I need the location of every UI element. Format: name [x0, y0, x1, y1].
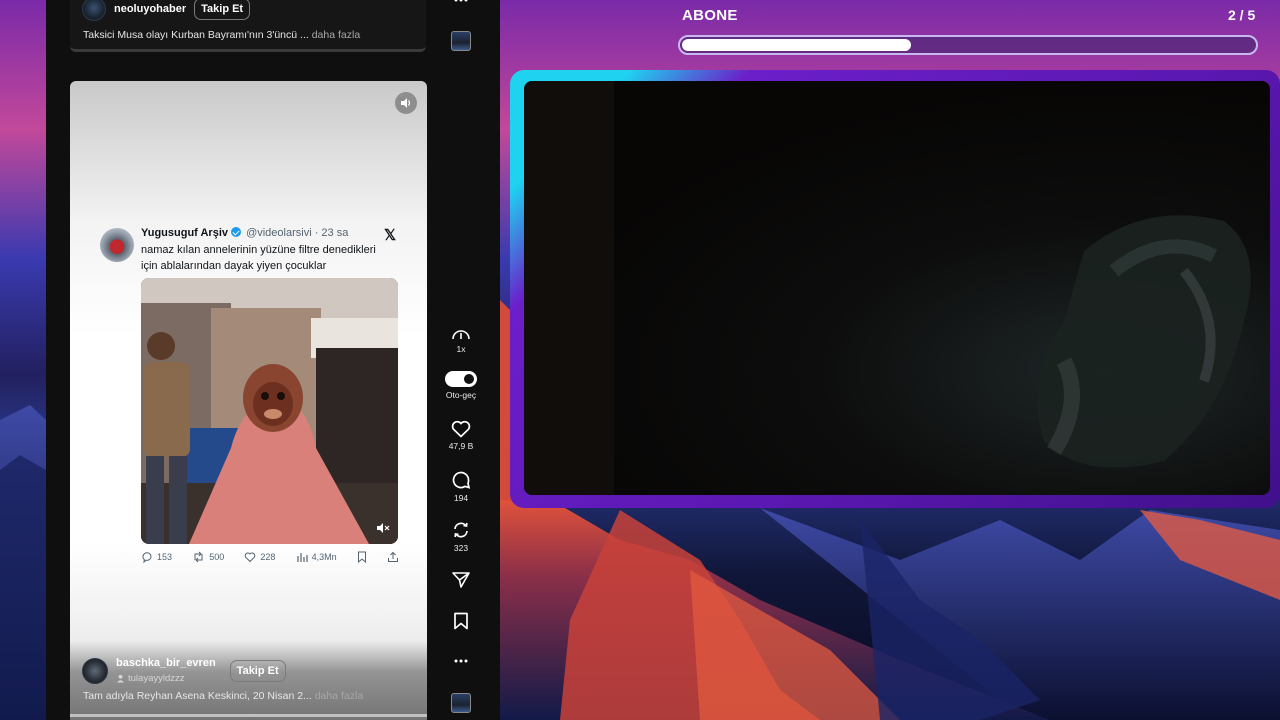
- reel-video[interactable]: Yugusuguf Arşiv @videolarsivi · 23 sa 𝕏 …: [70, 81, 427, 720]
- caption-text: Tam adıyla Reyhan Asena Keskinci, 20 Nis…: [83, 690, 312, 702]
- toggle-switch[interactable]: [445, 371, 477, 387]
- tweet-reply: 153: [141, 551, 172, 563]
- reels-panel: neoluyohaber Takip Et Taksici Musa olayı…: [46, 0, 500, 720]
- mute-icon: [377, 523, 390, 533]
- tweet-handle: @videolarsivi: [246, 227, 312, 239]
- reel-author: baschka_bir_evren tulayayyldzzz Takip Et: [82, 657, 286, 684]
- tweet-actions: 153 500 228 4,3Mn: [141, 551, 399, 563]
- comment-button[interactable]: 194: [440, 470, 482, 503]
- comments-count: 194: [453, 493, 469, 503]
- reply-icon: [142, 552, 152, 563]
- previous-reel-card[interactable]: neoluyohaber Takip Et Taksici Musa olayı…: [70, 0, 426, 52]
- more-options-button[interactable]: [440, 0, 482, 6]
- more-icon: [454, 0, 468, 2]
- tweet-time: · 23 sa: [314, 227, 349, 239]
- author-name[interactable]: neoluyohaber: [114, 3, 186, 15]
- audio-thumbnail: [451, 31, 471, 51]
- tweet-share: [387, 551, 399, 563]
- more-icon: [454, 659, 468, 663]
- author-block: baschka_bir_evren tulayayyldzzz: [116, 657, 216, 684]
- audio-thumbnail: [451, 693, 471, 713]
- previous-reel-author: neoluyohaber Takip Et: [82, 0, 251, 21]
- more-options-button[interactable]: [440, 655, 482, 667]
- verified-badge-icon: [231, 227, 241, 237]
- share-icon: [387, 551, 398, 562]
- tweet-bookmark: [357, 551, 367, 563]
- goal-progress-bar: [678, 35, 1258, 55]
- author-name[interactable]: baschka_bir_evren: [116, 657, 216, 669]
- goal-counter: 2 / 5: [1228, 7, 1256, 23]
- save-button[interactable]: [440, 612, 482, 630]
- follow-button[interactable]: Takip Et: [229, 659, 286, 682]
- person-icon: [117, 674, 124, 683]
- tweet-text: namaz kılan annelerinin yüzüne filtre de…: [141, 244, 376, 272]
- share-button[interactable]: [440, 571, 482, 589]
- send-icon: [452, 572, 470, 588]
- speed-button[interactable]: 1x: [440, 327, 482, 354]
- comment-icon: [452, 471, 471, 489]
- reel-caption: Tam adıyla Reyhan Asena Keskinci, 20 Nis…: [83, 690, 363, 702]
- heart-icon: [451, 420, 471, 438]
- volume-button[interactable]: [395, 92, 417, 114]
- caption-text: Taksici Musa olayı Kurban Bayramı'nın 3'…: [83, 29, 309, 41]
- reposts-count: 323: [453, 543, 469, 553]
- more-link[interactable]: daha fazla: [312, 29, 360, 41]
- action-rail: 1x Oto-geç 47,9 B 194 323: [440, 0, 482, 720]
- speed-label: 1x: [456, 344, 466, 354]
- speaker-icon: [401, 98, 411, 108]
- repost-icon: [454, 522, 468, 538]
- repost-button[interactable]: 323: [440, 520, 482, 553]
- video-progress[interactable]: [70, 714, 427, 717]
- tweet-header: Yugusuguf Arşiv @videolarsivi · 23 sa: [141, 227, 348, 239]
- audio-thumb[interactable]: [440, 693, 482, 713]
- previous-audio-thumb[interactable]: [440, 31, 482, 51]
- reply-count: 153: [157, 552, 173, 562]
- more-link[interactable]: daha fazla: [315, 690, 363, 702]
- tweet-avatar: [100, 228, 134, 262]
- bookmark-icon: [357, 551, 366, 563]
- tweet-author-name: Yugusuguf Arşiv: [141, 227, 228, 239]
- webcam-feed: [524, 81, 1270, 495]
- avatar[interactable]: [82, 0, 106, 21]
- heart-icon: [245, 552, 256, 563]
- speed-icon: [452, 330, 470, 340]
- collab-username[interactable]: tulayayyldzzz: [128, 673, 185, 684]
- tweet-like: 228: [244, 551, 275, 563]
- views-icon: [297, 553, 308, 562]
- retweet-count: 500: [209, 552, 225, 562]
- autoplay-toggle[interactable]: Oto-geç: [440, 371, 482, 400]
- x-logo-icon: 𝕏: [384, 227, 397, 244]
- like-count: 228: [260, 552, 276, 562]
- tweet-retweet: 500: [192, 551, 224, 563]
- goal-title: ABONE: [682, 7, 738, 24]
- like-button[interactable]: 47,9 B: [440, 420, 482, 451]
- autoplay-label: Oto-geç: [445, 390, 477, 400]
- views-count: 4,3Mn: [311, 552, 337, 562]
- reel-caption: Taksici Musa olayı Kurban Bayramı'nın 3'…: [83, 29, 360, 41]
- follow-button[interactable]: Takip Et: [194, 0, 251, 20]
- tweet-views: 4,3Mn: [296, 551, 337, 563]
- avatar[interactable]: [82, 657, 108, 684]
- tweet-video-frame: [141, 278, 398, 544]
- retweet-icon: [194, 551, 203, 563]
- likes-count: 47,9 B: [448, 441, 474, 451]
- collab-sub: tulayayyldzzz: [116, 673, 216, 684]
- goal-progress-fill: [682, 39, 911, 51]
- bookmark-icon: [454, 612, 468, 630]
